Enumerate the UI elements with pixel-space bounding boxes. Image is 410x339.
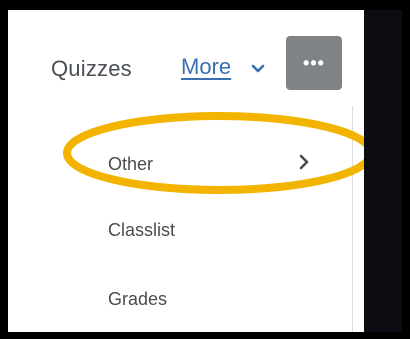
menu-item-other[interactable]: Other [108, 154, 153, 175]
dark-background-edge [364, 10, 402, 332]
menu-item-classlist[interactable]: Classlist [108, 220, 175, 241]
more-dropdown-menu: Other Classlist Grades [68, 106, 353, 332]
menu-item-grades[interactable]: Grades [108, 289, 167, 310]
screen-area: Quizzes More ••• Other Classlist Grades [8, 10, 364, 332]
more-options-button[interactable]: ••• [286, 36, 342, 90]
nav-quizzes-link[interactable]: Quizzes [51, 56, 132, 82]
chevron-down-icon[interactable] [251, 64, 265, 74]
chevron-right-icon [299, 154, 309, 170]
photo-frame: Quizzes More ••• Other Classlist Grades [0, 0, 410, 339]
ellipsis-icon: ••• [303, 52, 325, 73]
nav-more-dropdown[interactable]: More [181, 54, 231, 80]
